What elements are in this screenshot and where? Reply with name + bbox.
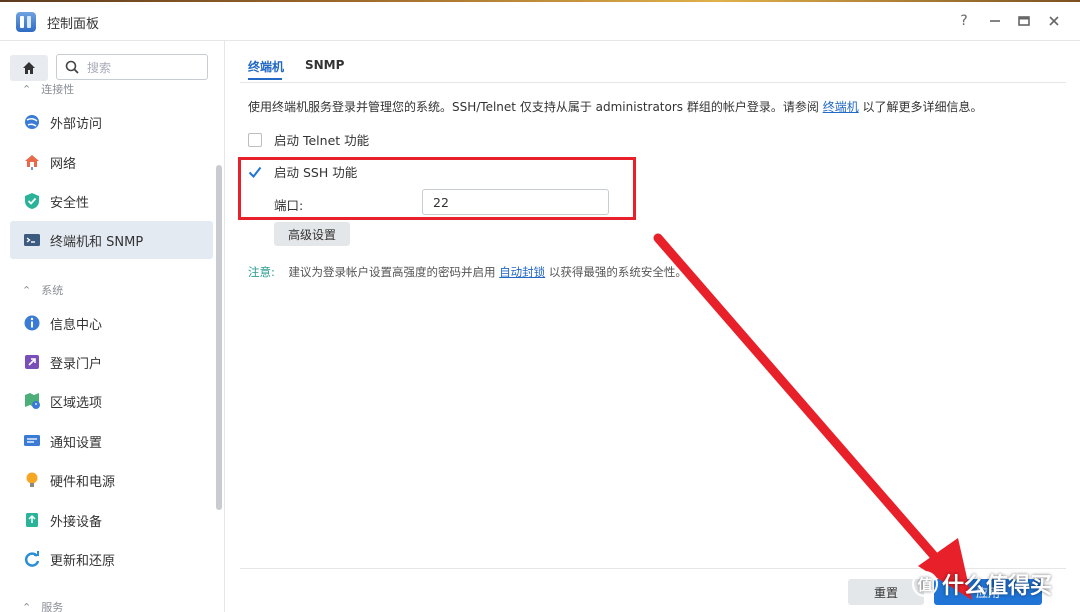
port-input[interactable] — [422, 189, 609, 215]
telnet-option[interactable]: 启动 Telnet 功能 — [248, 130, 369, 149]
minimize-icon[interactable] — [985, 11, 1005, 31]
advanced-settings-button[interactable]: 高级设置 — [274, 222, 350, 246]
sidebar-item-label: 区域选项 — [50, 395, 103, 411]
watermark-icon: 值 — [912, 571, 938, 597]
maximize-icon[interactable] — [1014, 11, 1034, 31]
window-title: 控制面板 — [47, 17, 100, 32]
sidebar-item-terminal-snmp[interactable]: 终端机和 SNMP — [10, 221, 213, 259]
category-label: 服务 — [41, 601, 64, 612]
sidebar-item-security[interactable]: 安全性 — [10, 182, 213, 220]
sidebar-scrollbar[interactable] — [216, 165, 222, 510]
sidebar-item-hardware-power[interactable]: 硬件和电源 — [10, 461, 213, 499]
sidebar-item-label: 通知设置 — [50, 435, 103, 451]
terminal-help-link[interactable]: 终端机 — [823, 100, 859, 114]
sidebar-item-region-options[interactable]: 区域选项 — [10, 382, 213, 420]
update-icon — [22, 549, 42, 569]
ssh-option[interactable]: 启动 SSH 功能 — [248, 162, 357, 181]
watermark-text: 什么值得买 — [942, 574, 1053, 599]
close-icon[interactable] — [1044, 11, 1064, 31]
category-label: 连接性 — [41, 83, 75, 96]
sidebar-item-external-devices[interactable]: 外接设备 — [10, 501, 213, 539]
chevron-up-icon: ⌃ — [22, 82, 32, 96]
info-icon — [22, 313, 42, 333]
tab-bar: 终端机 SNMP — [240, 42, 1066, 83]
sidebar-item-label: 信息中心 — [50, 317, 103, 333]
sidebar-item-label: 网络 — [50, 156, 77, 172]
search-placeholder: 搜索 — [87, 60, 112, 75]
help-icon[interactable]: ? — [954, 11, 974, 31]
sidebar-item-notification[interactable]: 通知设置 — [10, 422, 213, 460]
tab-snmp[interactable]: SNMP — [305, 58, 344, 72]
description-text: 使用终端机服务登录并管理您的系统。SSH/Telnet 仅支持从属于 admin… — [248, 100, 983, 114]
category-connectivity[interactable]: ⌃ 连接性 — [22, 81, 74, 97]
sidebar-item-login-portal[interactable]: 登录门户 — [10, 343, 213, 381]
security-note: 注意: 建议为登录帐户设置高强度的密码并启用 自动封锁 以获得最强的系统安全性。 — [248, 265, 687, 279]
port-label: 端口: — [274, 198, 304, 213]
home-button[interactable] — [10, 55, 48, 81]
sidebar-item-label: 外部访问 — [50, 116, 103, 132]
telnet-label: 启动 Telnet 功能 — [274, 133, 370, 148]
sidebar-item-label: 外接设备 — [50, 514, 103, 530]
note-label: 注意: — [248, 265, 275, 279]
chevron-up-icon: ⌃ — [22, 283, 32, 297]
auto-block-link[interactable]: 自动封锁 — [499, 265, 545, 279]
sidebar: 搜索 ⌃ 连接性 外部访问 网络 安全性 终端机和 SNMP ⌃ 系统 信息中心… — [0, 41, 225, 612]
sidebar-item-external-access[interactable]: 外部访问 — [10, 103, 213, 141]
category-services[interactable]: ⌃ 服务 — [22, 599, 63, 612]
search-input[interactable]: 搜索 — [56, 54, 208, 80]
search-icon — [65, 60, 79, 74]
login-portal-icon — [22, 352, 42, 372]
external-device-icon — [22, 510, 42, 530]
home-icon — [23, 62, 35, 74]
terminal-icon — [22, 230, 42, 250]
sidebar-item-label: 登录门户 — [50, 356, 103, 372]
checkmark-icon — [248, 166, 262, 178]
sidebar-item-label: 终端机和 SNMP — [50, 234, 144, 250]
telnet-checkbox[interactable] — [248, 132, 262, 147]
network-house-icon — [22, 152, 42, 172]
title-bar: 控制面板 ? — [0, 2, 1080, 41]
active-tab-indicator — [248, 78, 282, 80]
sidebar-item-network[interactable]: 网络 — [10, 143, 213, 181]
chevron-up-icon: ⌃ — [22, 600, 32, 612]
bulb-icon — [22, 470, 42, 490]
category-system[interactable]: ⌃ 系统 — [22, 282, 63, 298]
control-panel-icon — [16, 12, 36, 32]
region-icon — [22, 391, 42, 411]
category-label: 系统 — [41, 284, 64, 297]
sidebar-item-update-restore[interactable]: 更新和还原 — [10, 540, 213, 578]
sidebar-item-label: 安全性 — [50, 195, 90, 211]
notification-icon — [22, 431, 42, 451]
watermark: 值 什么值得买 — [912, 568, 1052, 600]
shield-check-icon — [22, 191, 42, 211]
ssh-label: 启动 SSH 功能 — [274, 165, 358, 180]
ssh-checkbox[interactable] — [248, 165, 262, 179]
sidebar-item-info-center[interactable]: 信息中心 — [10, 304, 213, 342]
sidebar-item-label: 硬件和电源 — [50, 474, 116, 490]
globe-icon — [22, 112, 42, 132]
tab-terminal[interactable]: 终端机 — [248, 58, 284, 75]
sidebar-item-label: 更新和还原 — [50, 553, 116, 569]
